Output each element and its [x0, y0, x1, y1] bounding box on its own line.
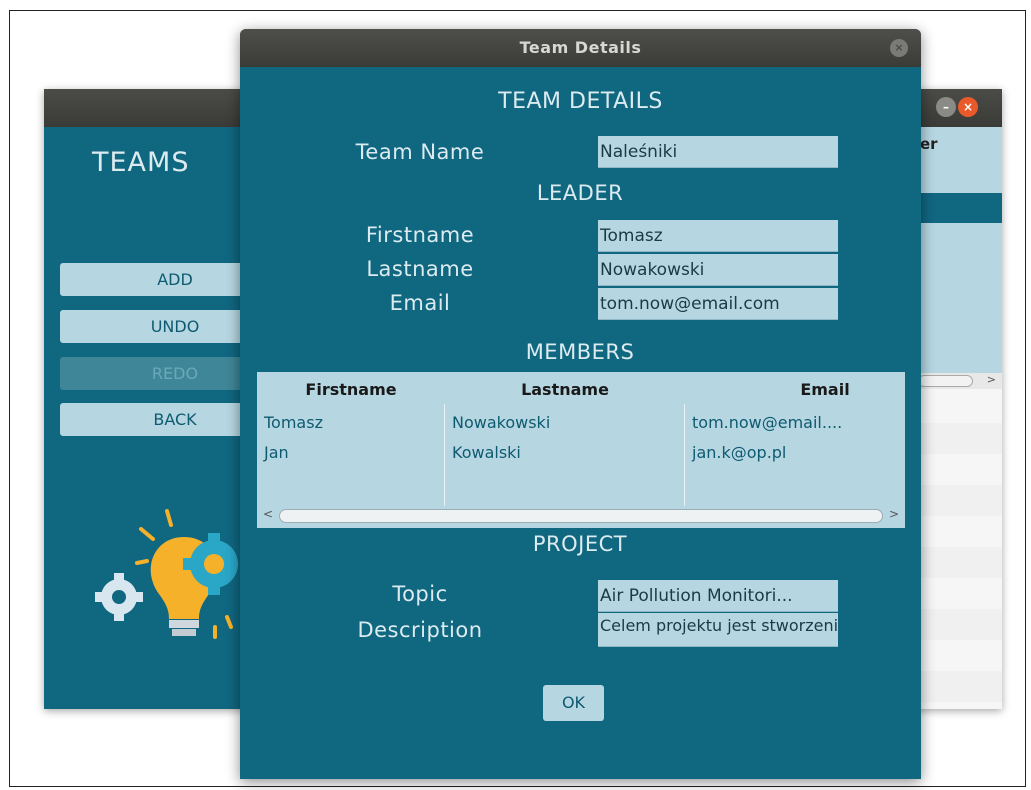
table-cell[interactable]: Nowakowski: [452, 413, 550, 432]
small-gear-icon: [95, 573, 143, 621]
ok-button[interactable]: OK: [543, 685, 604, 721]
scrollbar-thumb[interactable]: [279, 509, 883, 523]
table-cell[interactable]: tom.now@email....: [692, 413, 842, 432]
table-cell[interactable]: Jan: [264, 443, 289, 462]
email-field[interactable]: tom.now@email.com: [598, 288, 838, 320]
table-cell[interactable]: jan.k@op.pl: [692, 443, 786, 462]
table-horizontal-scrollbar[interactable]: < >: [257, 506, 905, 526]
topic-label: Topic: [392, 582, 448, 606]
description-field[interactable]: Celem projektu jest stworzenie systemu: [598, 613, 838, 647]
team-details-dialog: Team Details × TEAM DETAILS Team Name Na…: [240, 29, 921, 779]
team-name-label: Team Name: [355, 140, 485, 164]
table-cell[interactable]: Tomasz: [264, 413, 323, 432]
close-icon[interactable]: ×: [958, 97, 978, 117]
firstname-field[interactable]: Tomasz: [598, 220, 838, 252]
description-label: Description: [357, 618, 483, 642]
lightbulb-gears-icon: [95, 509, 238, 639]
firstname-label: Firstname: [365, 223, 475, 247]
lastname-field[interactable]: Nowakowski: [598, 254, 838, 286]
header-fragment: er: [920, 135, 938, 153]
column-divider: [444, 404, 445, 506]
close-icon[interactable]: ×: [890, 39, 908, 57]
scrollbar-thumb[interactable]: [918, 375, 973, 387]
email-label: Email: [389, 291, 451, 315]
scroll-left-icon[interactable]: <: [263, 507, 273, 521]
column-header-email[interactable]: Email: [685, 372, 905, 404]
members-heading: MEMBERS: [525, 340, 635, 364]
members-table[interactable]: Firstname Lastname Email Tomasz Nowakows…: [257, 372, 905, 528]
leader-heading: LEADER: [536, 181, 624, 205]
column-header-firstname[interactable]: Firstname: [257, 372, 445, 404]
team-name-field[interactable]: Naleśniki: [598, 136, 838, 168]
lastname-label: Lastname: [366, 257, 474, 281]
topic-field[interactable]: Air Pollution Monitori...: [598, 580, 838, 612]
teams-title: TEAMS: [92, 147, 190, 178]
scroll-right-icon[interactable]: >: [889, 507, 899, 521]
dialog-titlebar[interactable]: Team Details ×: [240, 29, 921, 67]
project-heading: PROJECT: [532, 532, 628, 556]
dialog-heading: TEAM DETAILS: [498, 89, 663, 114]
table-cell[interactable]: Kowalski: [452, 443, 521, 462]
minimize-icon[interactable]: –: [936, 97, 956, 117]
column-divider: [684, 404, 685, 506]
dialog-window-title: Team Details: [519, 38, 642, 57]
column-header-lastname[interactable]: Lastname: [445, 372, 685, 404]
scroll-right-icon[interactable]: >: [987, 373, 996, 386]
